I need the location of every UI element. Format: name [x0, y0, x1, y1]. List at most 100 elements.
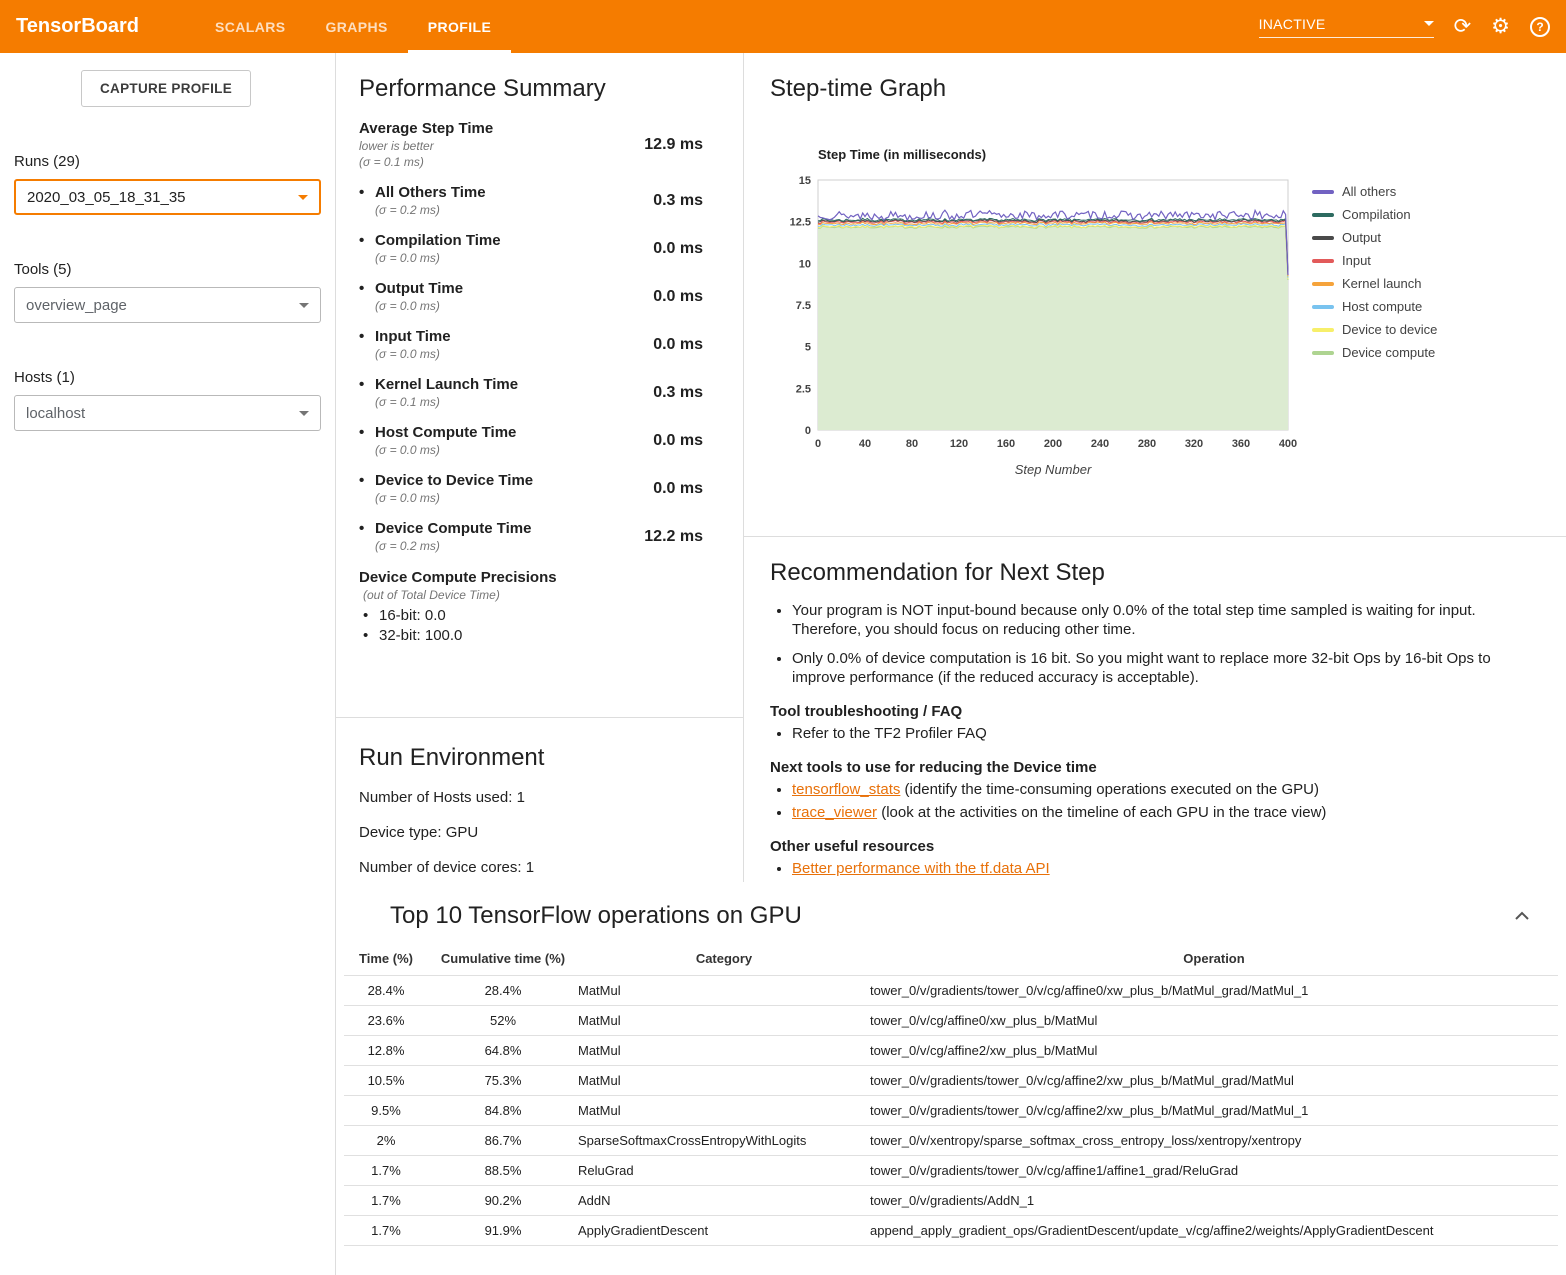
topbar: TensorBoard SCALARS GRAPHS PROFILE INACT…: [0, 0, 1566, 53]
perf-row: •Compilation Time(σ = 0.0 ms) 0.0 ms: [359, 225, 703, 273]
recommendation-bullet: Only 0.0% of device computation is 16 bi…: [792, 649, 1526, 687]
refresh-icon[interactable]: ⟳: [1454, 16, 1472, 37]
legend-item: Compilation: [1312, 207, 1437, 222]
perf-row: •All Others Time(σ = 0.2 ms)0.3 ms: [359, 177, 703, 225]
svg-text:320: 320: [1185, 438, 1203, 450]
tab-scalars[interactable]: SCALARS: [195, 0, 305, 53]
collapse-chevron-up-icon[interactable]: [1510, 905, 1534, 928]
perf-row-value: 0.3 ms: [653, 384, 703, 402]
table-cell: 23.6%: [344, 1006, 428, 1036]
legend-item: Device to device: [1312, 322, 1437, 337]
recommendation-bullet: Your program is NOT input-bound because …: [792, 601, 1526, 639]
recommendation-bullets: Your program is NOT input-bound because …: [792, 601, 1526, 687]
reload-status-value: INACTIVE: [1259, 16, 1326, 32]
svg-text:0: 0: [815, 438, 821, 450]
performance-summary-section: Performance Summary Average Step Timelow…: [336, 53, 743, 718]
table-header-row: Time (%)Cumulative time (%)CategoryOpera…: [344, 946, 1558, 976]
perf-row-sigma: (σ = 0.2 ms): [375, 538, 531, 554]
reload-status-dropdown[interactable]: INACTIVE: [1259, 16, 1434, 38]
precisions-items: •16-bit: 0.0•32-bit: 100.0: [359, 606, 703, 646]
perf-row-labels: Average Step Timelower is better(σ = 0.1…: [359, 120, 493, 170]
bullet-icon: •: [359, 280, 375, 298]
hosts-select[interactable]: localhost: [14, 395, 321, 431]
tab-graphs[interactable]: GRAPHS: [305, 0, 407, 53]
svg-text:10: 10: [799, 258, 811, 270]
table-cell: 2%: [344, 1126, 428, 1156]
precision-item: •16-bit: 0.0: [363, 606, 703, 626]
svg-text:5: 5: [805, 342, 811, 354]
perf-row-value: 0.0 ms: [653, 240, 703, 258]
chevron-down-icon: [299, 411, 309, 416]
legend-swatch: [1312, 328, 1334, 332]
run-environment-line: Number of device cores: 1: [359, 858, 720, 877]
recommendation-items: tensorflow_stats (identify the time-cons…: [792, 780, 1526, 822]
svg-text:40: 40: [859, 438, 871, 450]
tools-label: Tools (5): [14, 261, 321, 278]
step-time-graph-section: Step-time Graph Step Time (in millisecon…: [744, 53, 1566, 537]
perf-row-label: •Compilation Time: [359, 232, 501, 250]
table-cell: 88.5%: [428, 1156, 578, 1186]
bullet-icon: •: [359, 328, 375, 346]
chart-legend: All othersCompilationOutputInputKernel l…: [1312, 184, 1437, 482]
recommendation-link[interactable]: tensorflow_stats: [792, 781, 900, 798]
perf-row-label: •Device Compute Time: [359, 520, 531, 538]
recommendation-item: Refer to the TF2 Profiler FAQ: [792, 724, 1526, 743]
table-row: 1.7%90.2%AddNtower_0/v/gradients/AddN_1: [344, 1186, 1558, 1216]
perf-row-value: 0.0 ms: [653, 432, 703, 450]
tools-select[interactable]: overview_page: [14, 287, 321, 323]
step-time-chart: Step Time (in milliseconds) 02.557.51012…: [770, 147, 1566, 482]
capture-profile-button[interactable]: CAPTURE PROFILE: [81, 70, 251, 107]
table-cell: append_apply_gradient_ops/GradientDescen…: [870, 1216, 1558, 1246]
perf-row-sigma: (σ = 0.0 ms): [375, 346, 451, 362]
table-cell: 75.3%: [428, 1066, 578, 1096]
legend-item: Device compute: [1312, 345, 1437, 360]
recommendation-section: Recommendation for Next Step Your progra…: [744, 537, 1566, 878]
precisions-subtitle: (out of Total Device Time): [363, 588, 703, 602]
svg-text:120: 120: [950, 438, 968, 450]
recommendation-link[interactable]: Better performance with the tf.data API: [792, 860, 1050, 877]
table-row: 1.7%91.9%ApplyGradientDescentappend_appl…: [344, 1216, 1558, 1246]
svg-text:200: 200: [1044, 438, 1062, 450]
chevron-down-icon: [298, 195, 308, 200]
svg-text:280: 280: [1138, 438, 1156, 450]
table-cell: MatMul: [578, 976, 870, 1006]
help-icon[interactable]: ?: [1530, 17, 1550, 37]
sidebar: CAPTURE PROFILE Runs (29) 2020_03_05_18_…: [0, 53, 335, 1275]
step-time-graph-title: Step-time Graph: [770, 75, 1566, 103]
gear-icon[interactable]: ⚙: [1491, 16, 1510, 37]
recommendation-item: trace_viewer (look at the activities on …: [792, 803, 1526, 822]
recommendation-item: tensorflow_stats (identify the time-cons…: [792, 780, 1526, 799]
performance-summary-title: Performance Summary: [359, 75, 703, 103]
run-environment-title: Run Environment: [359, 744, 720, 772]
runs-select[interactable]: 2020_03_05_18_31_35: [14, 179, 321, 215]
table-cell: ReluGrad: [578, 1156, 870, 1186]
table-cell: tower_0/v/gradients/AddN_1: [870, 1186, 1558, 1216]
right-column: Step-time Graph Step Time (in millisecon…: [744, 53, 1566, 882]
perf-row: •Host Compute Time(σ = 0.0 ms) 0.0 ms: [359, 417, 703, 465]
tab-profile[interactable]: PROFILE: [408, 0, 511, 53]
perf-row-label: •All Others Time: [359, 184, 486, 202]
table-cell: SparseSoftmaxCrossEntropyWithLogits: [578, 1126, 870, 1156]
table-cell: 10.5%: [344, 1066, 428, 1096]
svg-text:15: 15: [799, 175, 811, 187]
table-cell: 28.4%: [428, 976, 578, 1006]
recommendation-link[interactable]: trace_viewer: [792, 804, 877, 821]
recommendation-subheading: Other useful resources: [770, 838, 1526, 855]
bullet-icon: •: [359, 232, 375, 250]
table-cell: 1.7%: [344, 1186, 428, 1216]
precision-item: •32-bit: 100.0: [363, 626, 703, 646]
perf-row-label: •Host Compute Time: [359, 424, 516, 442]
table-row: 10.5%75.3%MatMultower_0/v/gradients/towe…: [344, 1066, 1558, 1096]
perf-row-sigma: (σ = 0.0 ms): [375, 442, 516, 458]
perf-row-sigma: (σ = 0.0 ms): [375, 298, 463, 314]
perf-row-label: •Output Time: [359, 280, 463, 298]
table-cell: tower_0/v/gradients/tower_0/v/cg/affine0…: [870, 976, 1558, 1006]
perf-row-labels: •Kernel Launch Time(σ = 0.1 ms): [359, 376, 518, 410]
perf-row: •Input Time(σ = 0.0 ms)0.0 ms: [359, 321, 703, 369]
hosts-select-value: localhost: [26, 405, 85, 422]
legend-swatch: [1312, 282, 1334, 286]
legend-label: Device compute: [1342, 345, 1435, 360]
perf-row-sigma: (σ = 0.0 ms): [375, 250, 501, 266]
legend-swatch: [1312, 259, 1334, 263]
perf-row-label: •Input Time: [359, 328, 451, 346]
